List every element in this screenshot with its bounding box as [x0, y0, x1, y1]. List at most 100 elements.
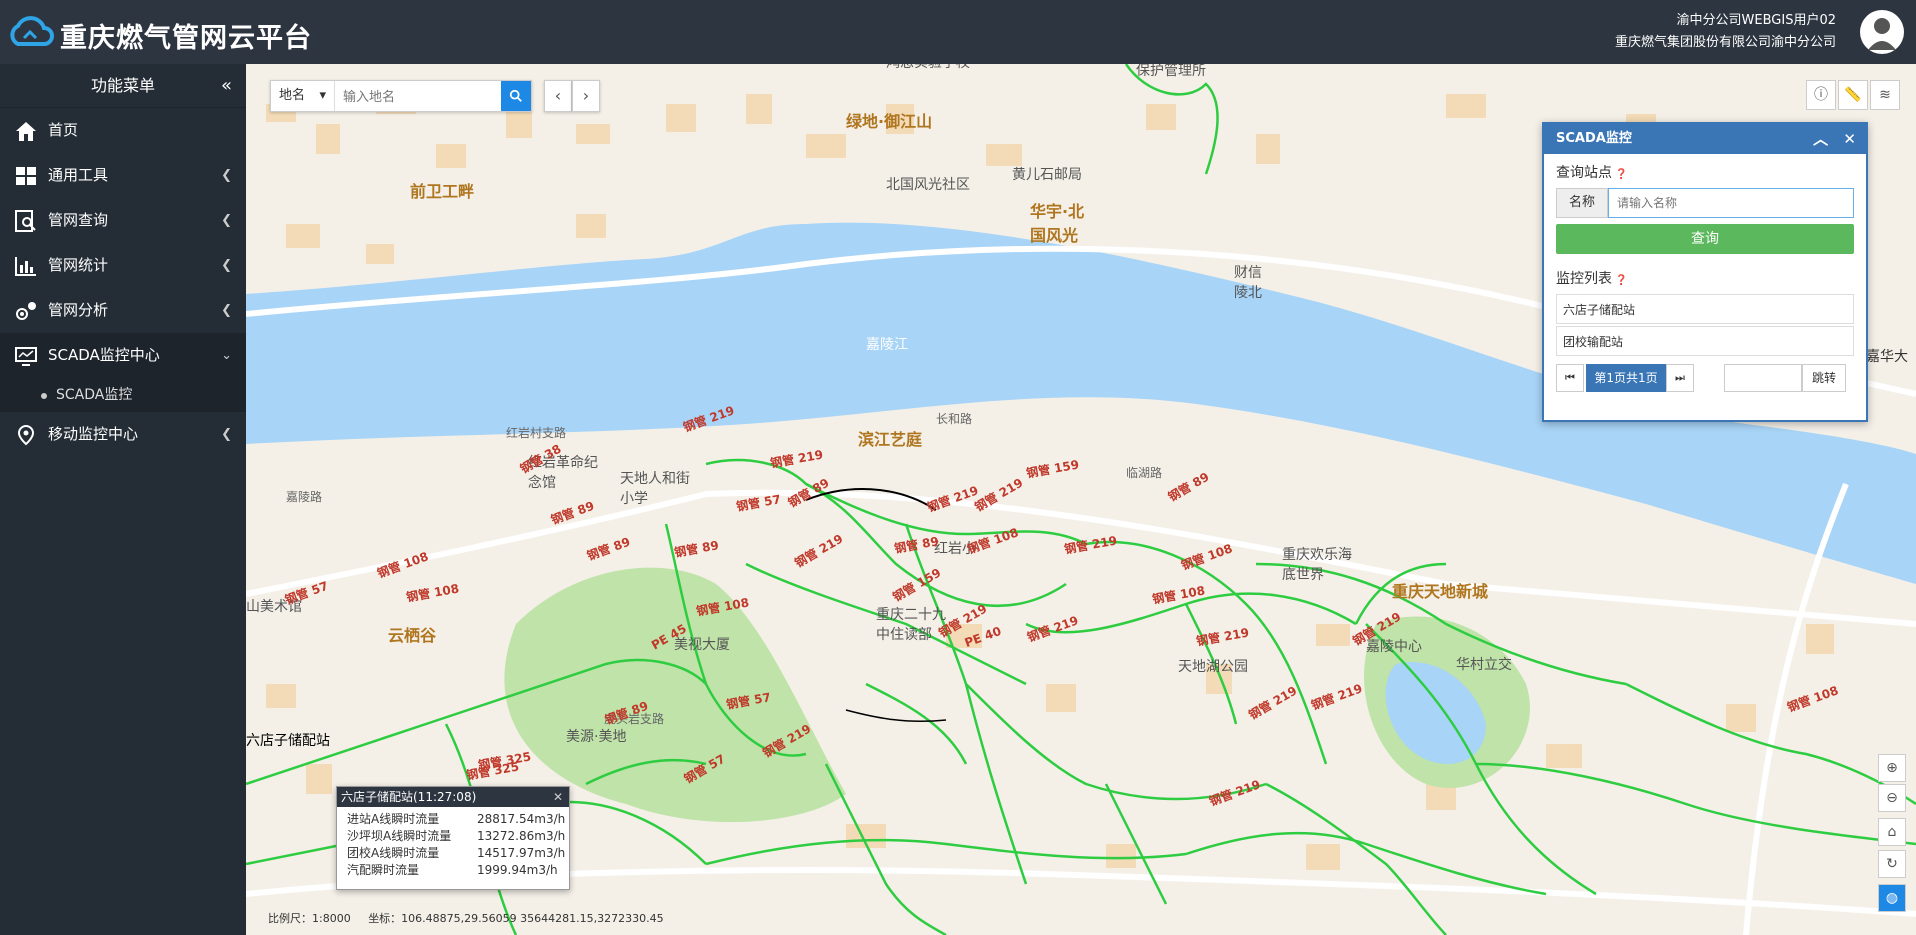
map-label: 重庆天地新城: [1392, 582, 1489, 601]
sidebar-item-label: 首页: [48, 121, 79, 139]
query-section-title: 查询站点: [1556, 162, 1866, 182]
place-search-bar: 地名: [270, 80, 532, 112]
chevron-left-icon: ❮: [221, 427, 232, 442]
row-label: 进站A线瞬时流量: [347, 812, 440, 826]
info-button[interactable]: ⓘ: [1806, 80, 1836, 110]
row-value: 14517.97m3/h: [477, 846, 566, 860]
app-title: 重庆燃气管网云平台: [60, 23, 312, 54]
query-button[interactable]: 查询: [1556, 224, 1854, 254]
scada-panel: SCADA监控 ︿ ✕ 查询站点 名称 查询 监控列表 六店子储配站 团校输配站…: [1542, 122, 1868, 422]
sidebar-item-label: 通用工具: [48, 166, 109, 184]
sidebar-item-label: 管网分析: [48, 301, 109, 319]
forward-button[interactable]: ›: [572, 80, 600, 112]
map-label: 长和路: [936, 412, 973, 426]
sidebar-item-label: 管网统计: [48, 256, 109, 274]
row-label: 团校A线瞬时流量: [347, 846, 440, 860]
map-label: 财信: [1234, 265, 1262, 281]
station-list-item[interactable]: 六店子储配站: [1556, 294, 1854, 324]
layers-icon: ≋: [1879, 87, 1891, 103]
zoom-in-button[interactable]: ⊕: [1878, 754, 1906, 782]
sidebar-item-analysis[interactable]: 管网分析 ❮: [0, 288, 246, 333]
scada-panel-header: SCADA监控 ︿ ✕: [1544, 124, 1866, 154]
search-type-select[interactable]: 地名: [271, 81, 335, 111]
name-label: 名称: [1556, 188, 1608, 218]
map-label: 六店子储配站: [246, 733, 330, 749]
refresh-button[interactable]: ↻: [1878, 850, 1906, 878]
sidebar-item-stats[interactable]: 管网统计 ❮: [0, 243, 246, 288]
close-icon[interactable]: ✕: [1843, 130, 1856, 148]
last-page-button[interactable]: ⏭: [1666, 364, 1694, 392]
sidebar-subitem-scada-monitor[interactable]: SCADA监控: [0, 378, 246, 412]
grid-icon: [16, 167, 36, 185]
station-name-input[interactable]: [1608, 188, 1854, 218]
bar-chart-icon: [15, 257, 36, 276]
first-page-button[interactable]: ⏮: [1556, 364, 1584, 392]
sidebar-item-label: SCADA监控中心: [48, 346, 160, 364]
zoom-out-icon: ⊖: [1886, 790, 1898, 806]
layers-button[interactable]: ≋: [1870, 80, 1900, 110]
sidebar-item-scada[interactable]: SCADA监控中心 ⌄: [0, 333, 246, 378]
back-button[interactable]: ‹: [544, 80, 572, 112]
collapse-icon[interactable]: «: [221, 64, 232, 108]
row-value: 1999.94m3/h: [477, 863, 558, 877]
popup-row: 沙坪坝A线瞬时流量 13272.86m3/h: [337, 828, 569, 845]
row-value: 28817.54m3/h: [477, 812, 566, 826]
close-icon[interactable]: ✕: [553, 787, 563, 807]
map-label: 黄儿石邮局: [1012, 167, 1082, 183]
map-label: 云栖谷: [388, 626, 437, 645]
zoom-in-icon: ⊕: [1886, 760, 1898, 776]
row-label: 沙坪坝A线瞬时流量: [347, 829, 452, 843]
map-label: 重庆欢乐海底世界: [1282, 547, 1352, 583]
sidebar-item-home[interactable]: 首页: [0, 108, 246, 153]
home-extent-button[interactable]: ⌂: [1878, 818, 1906, 846]
station-list-item[interactable]: 团校输配站: [1556, 326, 1854, 356]
name-row: 名称: [1556, 188, 1854, 218]
sidebar-item-label: 移动监控中心: [48, 425, 139, 443]
map-label: 嘉陵路: [286, 490, 323, 504]
ruler-icon: 📏: [1844, 87, 1862, 103]
chevron-left-icon: ❮: [221, 213, 232, 228]
map-view[interactable]: 鸿恩实验学校 保护管理所 绿地·御江山 前卫工畔 北国风光社区 黄儿石邮局 华宇…: [246, 64, 1916, 935]
map-label: 临湖路: [1126, 466, 1163, 480]
coords-text: 坐标：106.48875,29.56059 35644281.15,327233…: [368, 912, 664, 925]
chevron-left-icon: ❮: [221, 168, 232, 183]
row-value: 13272.86m3/h: [477, 829, 566, 843]
search-button[interactable]: [501, 81, 531, 111]
pager: ⏮ 第1页共1页 ⏭ 跳转: [1556, 364, 1854, 392]
chevron-left-icon: ❮: [221, 303, 232, 318]
refresh-icon: ↻: [1886, 856, 1898, 872]
user-name: 渝中分公司WEBGIS用户02: [1676, 13, 1836, 28]
measure-button[interactable]: 📏: [1838, 80, 1868, 110]
app-header: 重庆燃气管网云平台 渝中分公司WEBGIS用户02 重庆燃气集团股份有限公司渝中…: [0, 0, 1916, 64]
map-label: 北国风光社区: [886, 177, 970, 193]
chevron-right-icon: ›: [582, 86, 590, 105]
sidebar-item-tools[interactable]: 通用工具 ❮: [0, 153, 246, 198]
map-label: 前卫工畔: [410, 182, 475, 201]
globe-button[interactable]: ◍: [1878, 884, 1906, 912]
globe-icon: ◍: [1885, 890, 1899, 906]
chevron-left-icon: ‹: [554, 86, 562, 105]
map-label: 华村立交: [1456, 657, 1512, 673]
popup-row: 汽配瞬时流量 1999.94m3/h: [337, 862, 569, 879]
place-search-input[interactable]: [337, 81, 501, 111]
station-popup: 六店子储配站(11:27:08) ✕ 进站A线瞬时流量 28817.54m3/h …: [336, 786, 570, 890]
popup-row: 团校A线瞬时流量 14517.97m3/h: [337, 845, 569, 862]
page-indicator: 第1页共1页: [1586, 364, 1666, 392]
map-label: 华宇·北国风光: [1030, 202, 1085, 245]
monitor-icon: [15, 347, 37, 366]
sidebar-item-label: 管网查询: [48, 211, 109, 229]
cloud-logo-icon: [10, 16, 54, 46]
map-label: 嘉陵江: [866, 337, 908, 353]
sidebar-item-mobile[interactable]: 移动监控中心 ❮: [0, 412, 246, 457]
avatar[interactable]: [1860, 10, 1904, 54]
map-label: 鸿恩实验学校: [886, 64, 970, 72]
collapse-up-icon[interactable]: ︿: [1813, 130, 1828, 148]
zoom-out-button[interactable]: ⊖: [1878, 784, 1906, 812]
map-label: 美源·美地: [566, 729, 627, 745]
location-icon: [17, 424, 35, 446]
row-label: 汽配瞬时流量: [347, 863, 420, 877]
sidebar-title: 功能菜单: [90, 76, 155, 95]
sidebar-item-query[interactable]: 管网查询 ❮: [0, 198, 246, 243]
page-jump-button[interactable]: 跳转: [1802, 364, 1846, 392]
page-jump-input[interactable]: [1724, 364, 1802, 392]
